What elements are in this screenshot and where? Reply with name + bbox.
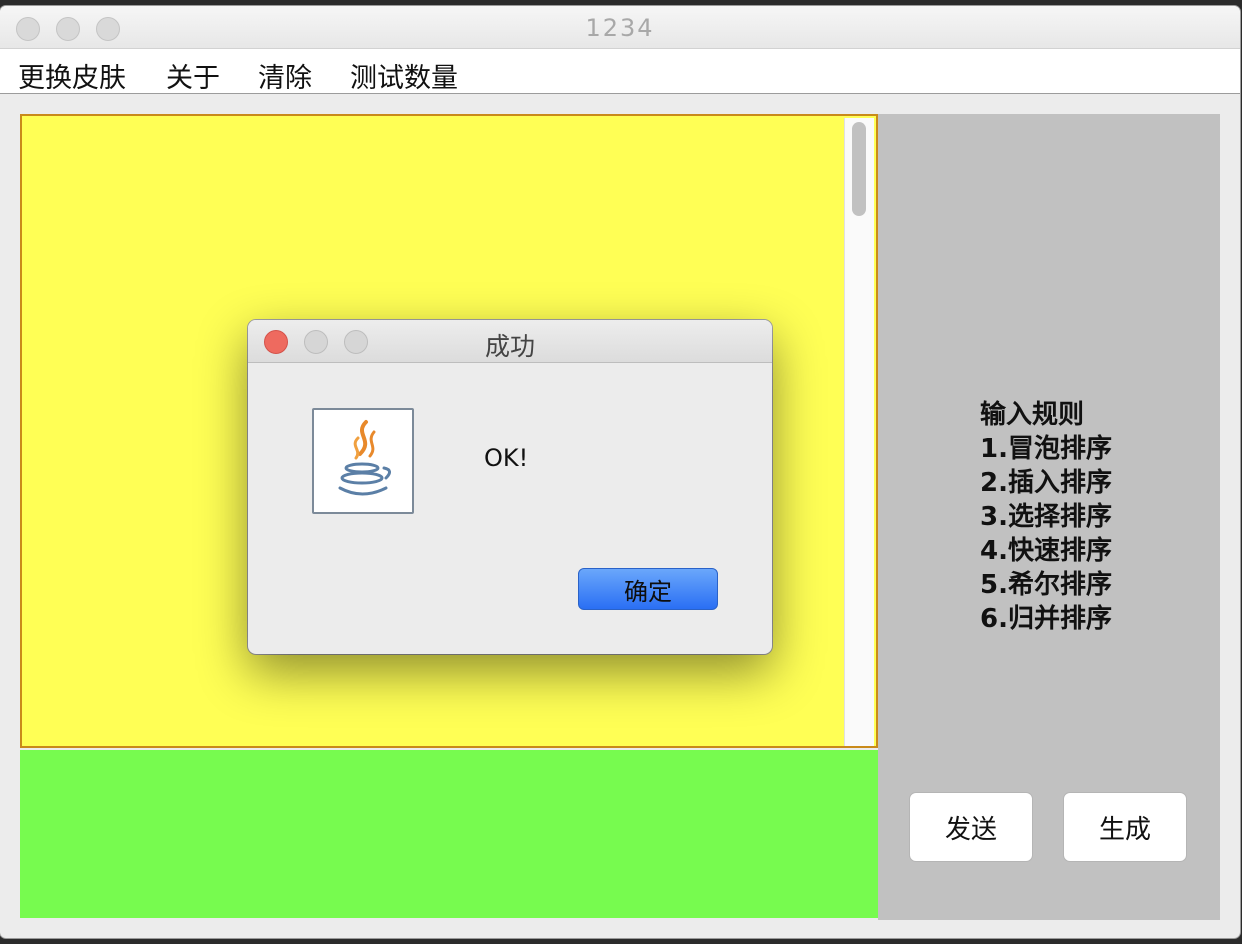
menu-change-skin[interactable]: 更换皮肤 xyxy=(18,56,126,95)
vertical-scrollbar[interactable] xyxy=(844,118,874,746)
side-panel: 输入规则 1.冒泡排序 2.插入排序 3.选择排序 4.快速排序 5.希尔排序 … xyxy=(878,114,1220,920)
dialog-title-bar[interactable]: 成功 xyxy=(248,320,772,363)
rule-item: 5.希尔排序 xyxy=(980,570,1112,600)
generate-button[interactable]: 生成 xyxy=(1063,792,1187,862)
rule-item: 4.快速排序 xyxy=(980,536,1112,566)
rules-list: 输入规则 1.冒泡排序 2.插入排序 3.选择排序 4.快速排序 5.希尔排序 … xyxy=(980,398,1112,636)
confirm-button[interactable]: 确定 xyxy=(578,568,718,610)
scrollbar-thumb[interactable] xyxy=(852,122,866,216)
dialog-title: 成功 xyxy=(484,332,535,361)
dialog-message: OK! xyxy=(484,444,529,472)
rule-item: 3.选择排序 xyxy=(980,502,1112,532)
java-icon xyxy=(312,408,414,514)
menu-test-count[interactable]: 测试数量 xyxy=(350,56,458,95)
send-button[interactable]: 发送 xyxy=(909,792,1033,862)
title-bar[interactable]: 1234 xyxy=(0,6,1240,49)
rules-heading: 输入规则 xyxy=(980,400,1085,430)
input-text-area[interactable] xyxy=(20,750,878,918)
rule-item: 6.归并排序 xyxy=(980,604,1112,634)
menu-bar: 更换皮肤 关于 清除 测试数量 xyxy=(0,49,1240,94)
rule-item: 1.冒泡排序 xyxy=(980,434,1112,464)
menu-about[interactable]: 关于 xyxy=(166,56,220,95)
window-title: 1234 xyxy=(585,14,655,42)
rule-item: 2.插入排序 xyxy=(980,468,1112,498)
menu-clear[interactable]: 清除 xyxy=(258,56,312,95)
success-dialog: 成功 OK! 确定 xyxy=(248,320,772,654)
